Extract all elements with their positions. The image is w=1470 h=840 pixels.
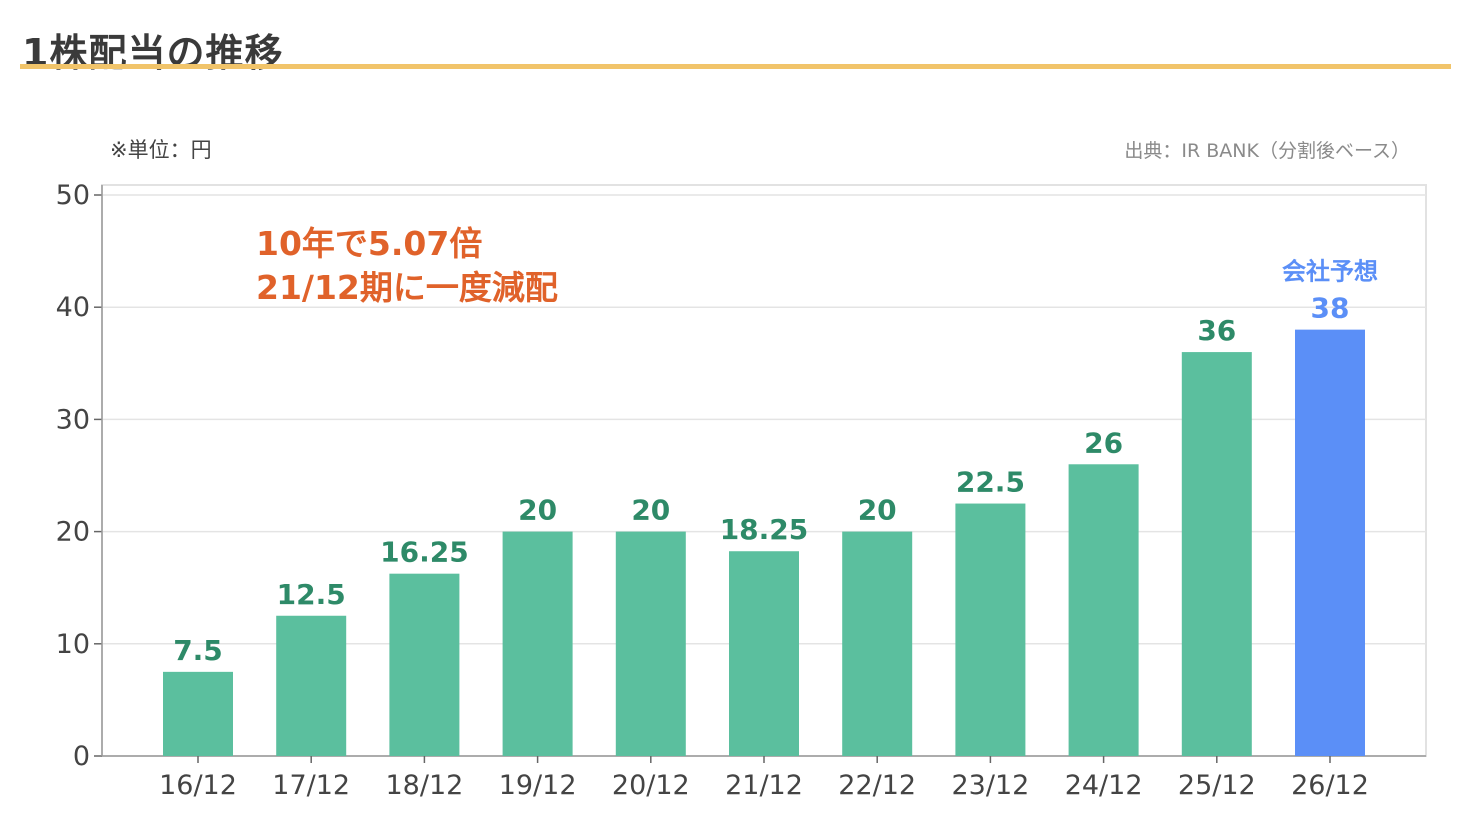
x-tick-label: 23/12 — [951, 770, 1029, 801]
x-tick-label: 26/12 — [1291, 770, 1369, 801]
annotation-line-1: 10年で5.07倍 — [256, 224, 483, 263]
bar-value-label: 16.25 — [380, 536, 469, 569]
x-tick-label: 25/12 — [1178, 770, 1256, 801]
y-tick-label: 20 — [56, 517, 90, 548]
x-tick-label: 16/12 — [159, 770, 237, 801]
bar-value-label: 12.5 — [277, 578, 346, 611]
bar — [729, 551, 799, 756]
bar — [502, 531, 573, 756]
x-tick-label: 22/12 — [838, 770, 916, 801]
y-tick-label: 50 — [56, 180, 90, 211]
bar-value-label: 38 — [1311, 292, 1350, 325]
bar — [163, 671, 233, 756]
x-tick-label: 18/12 — [385, 770, 463, 801]
bar-value-label: 20 — [858, 494, 897, 527]
y-tick-label: 40 — [56, 292, 90, 323]
bar — [1068, 464, 1139, 756]
x-tick-label: 20/12 — [612, 770, 690, 801]
bar — [842, 531, 913, 756]
annotation-line-2: 21/12期に一度減配 — [256, 268, 558, 307]
page: 1株配当の推移 ※単位：円 出典：IR BANK（分割後ベース） 0 10 20 30… — [0, 0, 1470, 840]
bar-value-label: 18.25 — [720, 513, 809, 546]
dividend-bar-chart: 0 10 20 30 40 50 7.5 16/12 12.5 17/12 16.25 18/12 20… — [56, 180, 1427, 801]
x-tick-label: 17/12 — [272, 770, 350, 801]
bar-value-label: 20 — [631, 494, 670, 527]
forecast-label: 会社予想 — [1282, 258, 1378, 286]
bar-value-label: 22.5 — [956, 466, 1025, 499]
x-tick-label: 19/12 — [499, 770, 577, 801]
bar — [615, 531, 686, 756]
chart-annotation: 10年で5.07倍 21/12期に一度減配 — [256, 222, 558, 310]
y-tick-label: 30 — [56, 404, 90, 435]
bar — [1181, 352, 1252, 756]
y-tick-label: 10 — [56, 629, 90, 660]
bar-value-label: 20 — [518, 494, 557, 527]
bar-value-label: 26 — [1084, 426, 1123, 459]
bar — [1295, 329, 1365, 756]
x-tick-label: 21/12 — [725, 770, 803, 801]
bar — [955, 503, 1026, 756]
x-tick-label: 24/12 — [1065, 770, 1143, 801]
bar-value-label: 36 — [1197, 314, 1236, 347]
bar — [276, 615, 347, 756]
bar-value-label: 7.5 — [173, 634, 223, 667]
y-tick-label: 0 — [73, 741, 90, 772]
bar — [389, 573, 460, 756]
